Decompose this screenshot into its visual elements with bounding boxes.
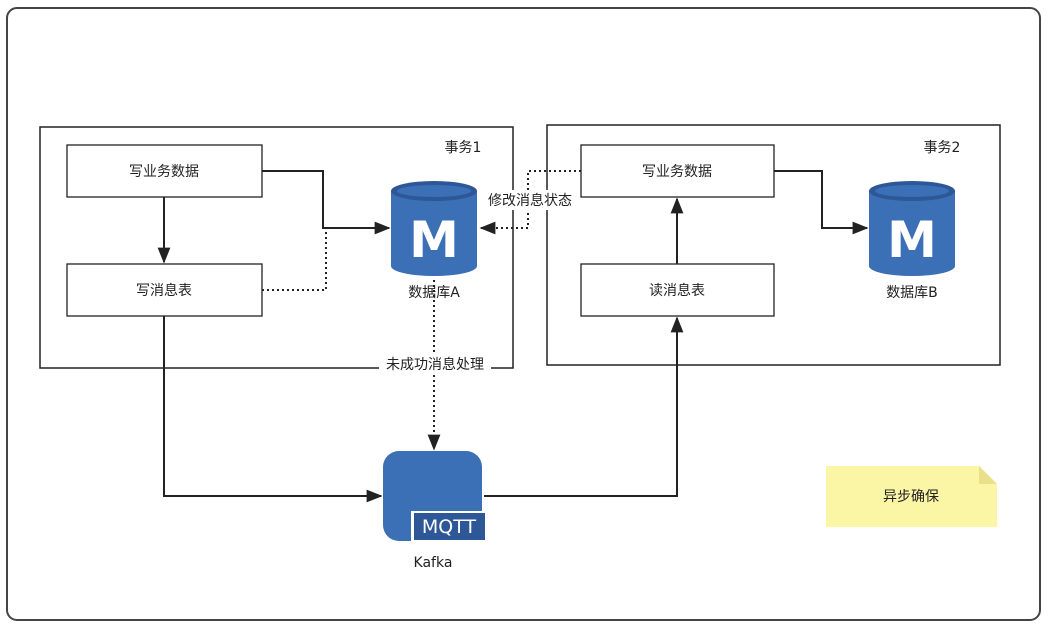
box-write-business-1: 写业务数据: [66, 144, 263, 198]
sticky-note-text: 异步确保: [883, 489, 939, 505]
sticky-note: 异步确保: [826, 466, 997, 527]
diagram-canvas: 事务1 事务2 写业务数据 写消息表 写业务数据 读消息表 M 数据库A M 数…: [0, 0, 1048, 627]
box-write-message-table: 写消息表: [66, 263, 263, 317]
box-read-message-table: 读消息表: [580, 263, 775, 317]
diagram-svg: 事务1 事务2 写业务数据 写消息表 写业务数据 读消息表 M 数据库A M 数…: [6, 7, 1041, 621]
kafka-mqtt-icon: MQTT: [383, 451, 487, 544]
database-b-logo: M: [887, 211, 937, 269]
box-write-business-2: 写业务数据: [580, 144, 775, 198]
kafka-label: Kafka: [414, 555, 453, 571]
database-a-logo: M: [409, 211, 459, 269]
box-write-business-2-label: 写业务数据: [642, 164, 712, 180]
transaction1-label: 事务1: [445, 140, 482, 156]
database-b-label: 数据库B: [886, 285, 938, 301]
database-b-icon: M: [869, 181, 955, 276]
box-write-business-1-label: 写业务数据: [129, 164, 199, 180]
transaction2-label: 事务2: [924, 140, 961, 156]
kafka-badge: MQTT: [422, 516, 477, 538]
database-a-icon: M: [391, 181, 477, 276]
box-read-message-table-label: 读消息表: [649, 282, 705, 299]
edge-label-modify-status: 修改消息状态: [488, 192, 572, 209]
box-write-message-table-label: 写消息表: [136, 282, 192, 299]
edge-label-unsuccessful: 未成功消息处理: [386, 356, 484, 373]
database-a-label: 数据库A: [408, 285, 460, 301]
